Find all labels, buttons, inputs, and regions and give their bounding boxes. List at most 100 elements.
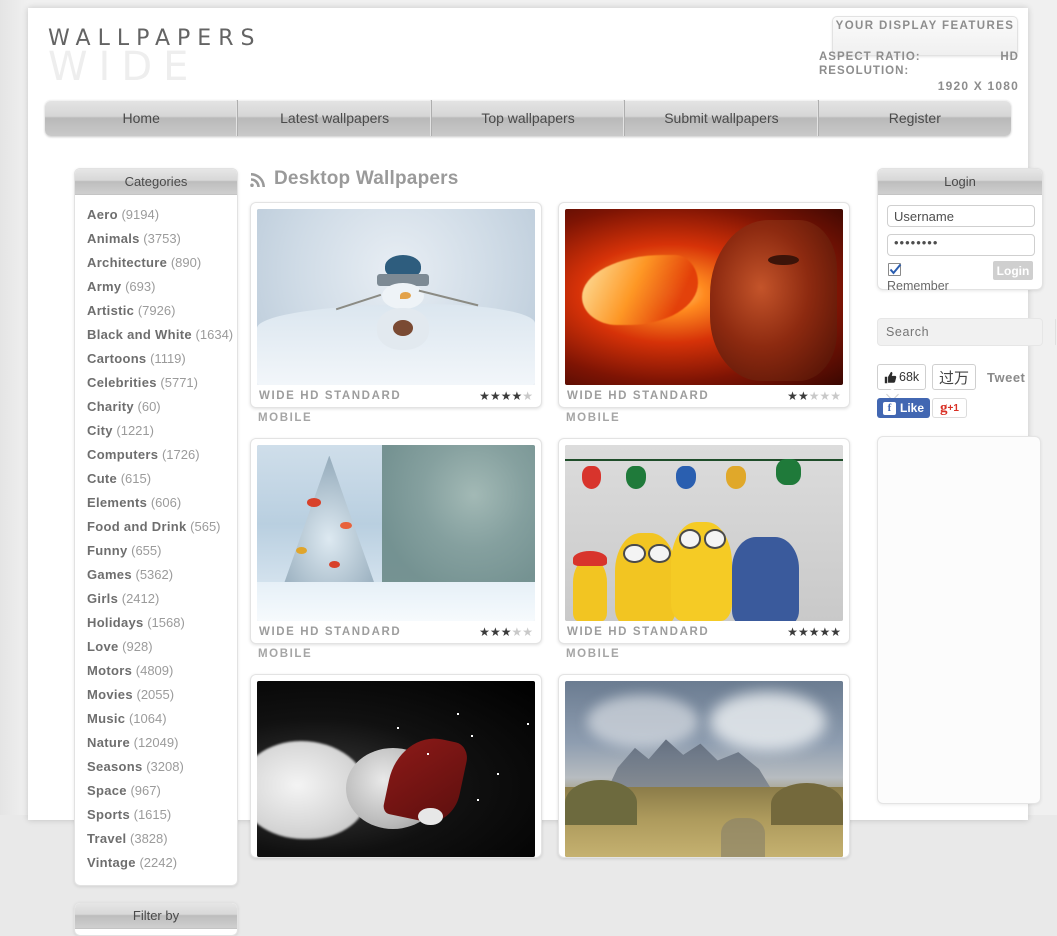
category-item[interactable]: Travel (3828) (75, 827, 237, 851)
category-count: (5362) (136, 567, 174, 582)
star-icon: ★ (511, 625, 522, 639)
remember-label: Remember (887, 279, 949, 293)
wallpaper-rating[interactable]: ★★★★★ (479, 625, 533, 639)
wallpaper-resolution-label[interactable]: WIDE HD STANDARD (259, 626, 401, 638)
wallpaper-mobile-label[interactable]: MOBILE (558, 408, 850, 424)
wallpaper-image[interactable] (565, 445, 843, 621)
category-item[interactable]: Music (1064) (75, 707, 237, 731)
star-icon: ★ (798, 389, 809, 403)
password-input[interactable]: •••••••• (887, 234, 1035, 256)
wallpaper-image[interactable] (565, 681, 843, 857)
category-item[interactable]: Sports (1615) (75, 803, 237, 827)
category-item[interactable]: Army (693) (75, 275, 237, 299)
category-count: (7926) (138, 303, 176, 318)
nav-item-home[interactable]: Home (45, 100, 238, 136)
category-item[interactable]: Artistic (7926) (75, 299, 237, 323)
checkmark-icon (889, 263, 902, 276)
wallpaper-thumbnail[interactable] (558, 674, 850, 858)
username-input[interactable] (887, 205, 1035, 227)
star-icon: ★ (522, 625, 533, 639)
category-item[interactable]: Celebrities (5771) (75, 371, 237, 395)
nav-item-top-wallpapers[interactable]: Top wallpapers (432, 100, 625, 136)
wallpaper-resolution-label[interactable]: WIDE HD STANDARD (259, 390, 401, 402)
category-item[interactable]: Architecture (890) (75, 251, 237, 275)
category-item[interactable]: Black and White (1634) (75, 323, 237, 347)
star-icon: ★ (490, 625, 501, 639)
category-item[interactable]: Funny (655) (75, 539, 237, 563)
display-resolution-row: RESOLUTION: 1920 X 1080 (819, 65, 1019, 77)
category-item[interactable]: Cute (615) (75, 467, 237, 491)
wallpaper-image[interactable] (257, 445, 535, 621)
tweet-button[interactable]: Tweet (987, 370, 1025, 385)
category-item[interactable]: Games (5362) (75, 563, 237, 587)
categories-panel-title: Categories (75, 169, 237, 195)
category-item[interactable]: Motors (4809) (75, 659, 237, 683)
category-count: (60) (138, 399, 161, 414)
search-input[interactable] (878, 320, 1055, 344)
wallpaper-mobile-label[interactable]: MOBILE (558, 644, 850, 660)
category-count: (1634) (196, 327, 234, 342)
wallpaper-rating[interactable]: ★★★★★ (787, 625, 841, 639)
page-title: Desktop Wallpapers (250, 168, 865, 190)
star-icon: ★ (830, 389, 841, 403)
category-name: Food and Drink (87, 519, 187, 534)
gplus-count-bubble[interactable]: 过万 (932, 364, 976, 390)
nav-item-submit-wallpapers[interactable]: Submit wallpapers (625, 100, 818, 136)
category-item[interactable]: Cartoons (1119) (75, 347, 237, 371)
nav-item-register[interactable]: Register (819, 100, 1011, 136)
wallpaper-grid: WIDE HD STANDARD★★★★★MOBILE WIDE HD STAN… (250, 202, 865, 858)
wallpaper-card: WIDE HD STANDARD★★★★★MOBILE (558, 202, 850, 424)
wallpaper-rating[interactable]: ★★★★★ (479, 389, 533, 403)
wallpaper-image[interactable] (257, 681, 535, 857)
category-item[interactable]: Holidays (1568) (75, 611, 237, 635)
category-item[interactable]: Love (928) (75, 635, 237, 659)
wallpaper-image[interactable] (565, 209, 843, 385)
category-count: (12049) (134, 735, 179, 750)
category-item[interactable]: Aero (9194) (75, 203, 237, 227)
wallpaper-resolution-label[interactable]: WIDE HD STANDARD (567, 626, 709, 638)
wallpaper-thumbnail[interactable]: WIDE HD STANDARD ★★★★★ (250, 438, 542, 644)
category-item[interactable]: Seasons (3208) (75, 755, 237, 779)
wallpaper-mobile-label[interactable]: MOBILE (250, 408, 542, 424)
resolution-label: RESOLUTION: (819, 65, 909, 77)
category-count: (1221) (116, 423, 154, 438)
category-item[interactable]: Food and Drink (565) (75, 515, 237, 539)
category-item[interactable]: City (1221) (75, 419, 237, 443)
wallpaper-mobile-label[interactable]: MOBILE (250, 644, 542, 660)
category-name: Love (87, 639, 119, 654)
category-item[interactable]: Vintage (2242) (75, 851, 237, 875)
category-item[interactable]: Elements (606) (75, 491, 237, 515)
category-item[interactable]: Space (967) (75, 779, 237, 803)
remember-checkbox[interactable] (888, 263, 901, 276)
category-item[interactable]: Animals (3753) (75, 227, 237, 251)
facebook-count-bubble[interactable]: 68k (877, 364, 926, 390)
site-container: WALLPAPERS WIDE YOUR DISPLAY FEATURES AS… (28, 8, 1028, 820)
category-count: (3208) (146, 759, 184, 774)
remember-row: Remember Login (887, 263, 1033, 293)
category-item[interactable]: Charity (60) (75, 395, 237, 419)
category-name: Movies (87, 687, 133, 702)
star-icon: ★ (511, 389, 522, 403)
facebook-like-button[interactable]: f Like (877, 398, 930, 418)
wallpaper-rating[interactable]: ★★★★★ (787, 389, 841, 403)
wallpaper-footer: WIDE HD STANDARD ★★★★★ (565, 621, 843, 643)
category-item[interactable]: Nature (12049) (75, 731, 237, 755)
login-button[interactable]: Login (993, 261, 1033, 280)
category-item[interactable]: Girls (2412) (75, 587, 237, 611)
wallpaper-thumbnail[interactable]: WIDE HD STANDARD ★★★★★ (250, 202, 542, 408)
category-item[interactable]: Computers (1726) (75, 443, 237, 467)
category-count: (4809) (136, 663, 174, 678)
category-item[interactable]: Movies (2055) (75, 683, 237, 707)
gplus-plus-label: +1 (948, 403, 959, 414)
wallpaper-resolution-label[interactable]: WIDE HD STANDARD (567, 390, 709, 402)
nav-item-latest-wallpapers[interactable]: Latest wallpapers (238, 100, 431, 136)
wallpaper-thumbnail[interactable]: WIDE HD STANDARD★★★★★ (558, 202, 850, 408)
wallpaper-thumbnail[interactable]: WIDE HD STANDARD ★★★★★ (558, 438, 850, 644)
category-count: (693) (125, 279, 155, 294)
category-name: Music (87, 711, 125, 726)
wallpaper-image[interactable] (257, 209, 535, 385)
wallpaper-thumbnail[interactable] (250, 674, 542, 858)
filter-panel-title: Filter by (75, 903, 237, 929)
site-logo[interactable]: WALLPAPERS WIDE (48, 26, 261, 87)
gplus-button[interactable]: g +1 (932, 398, 967, 418)
